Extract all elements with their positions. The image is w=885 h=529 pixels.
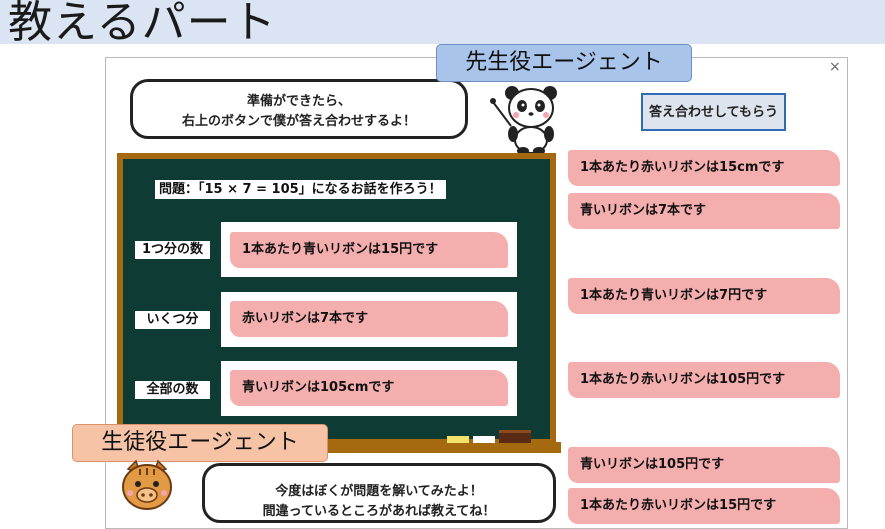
- row-label-count: いくつ分: [135, 311, 210, 329]
- placed-card-unit-amount[interactable]: 1本あたり青いリボンは15円です: [230, 232, 508, 268]
- panda-teacher-icon: [490, 86, 557, 154]
- check-answers-button[interactable]: 答え合わせしてもらう: [641, 93, 786, 131]
- student-agent-label: 生徒役エージェント: [72, 424, 328, 462]
- row-label-unit-amount: 1つ分の数: [135, 241, 210, 259]
- teacher-bubble-line1: 準備ができたら、: [246, 94, 351, 109]
- option-card[interactable]: 1本あたり赤いリボンは15円です: [568, 488, 840, 524]
- student-bubble-line2: 間違っているところがあれば教えてね！: [262, 504, 496, 519]
- close-icon[interactable]: ×: [829, 59, 841, 75]
- teacher-agent-label: 先生役エージェント: [436, 44, 692, 82]
- teacher-bubble-line2: 右上のボタンで僕が答え合わせするよ！: [181, 114, 416, 129]
- question-text: 問題：「15 × 7 = 105」になるお話を作ろう！: [155, 180, 446, 199]
- placed-card-count[interactable]: 赤いリボンは7本です: [230, 301, 508, 337]
- eraser: [499, 430, 531, 443]
- boar-student-icon: [122, 459, 172, 510]
- option-card[interactable]: 1本あたり赤いリボンは15cmです: [568, 150, 840, 186]
- title-bar: 教えるパート: [0, 0, 885, 48]
- page-title: 教えるパート: [8, 0, 277, 48]
- option-card[interactable]: 1本あたり赤いリボンは105円です: [568, 362, 840, 398]
- option-card[interactable]: 青いリボンは105円です: [568, 447, 840, 483]
- teacher-speech-bubble: 準備ができたら、 右上のボタンで僕が答え合わせするよ！: [130, 79, 468, 139]
- student-speech-bubble: 今度はぼくが問題を解いてみたよ！ 間違っているところがあれば教えてね！: [202, 463, 556, 523]
- option-card[interactable]: 1本あたり青いリボンは7円です: [568, 278, 840, 314]
- option-card[interactable]: 青いリボンは7本です: [568, 193, 840, 229]
- student-bubble-line1: 今度はぼくが問題を解いてみたよ！: [275, 484, 483, 499]
- row-label-total: 全部の数: [135, 381, 210, 399]
- chalk-white: [473, 436, 495, 443]
- chalk-yellow: [447, 436, 469, 443]
- placed-card-total[interactable]: 青いリボンは105cmです: [230, 370, 508, 406]
